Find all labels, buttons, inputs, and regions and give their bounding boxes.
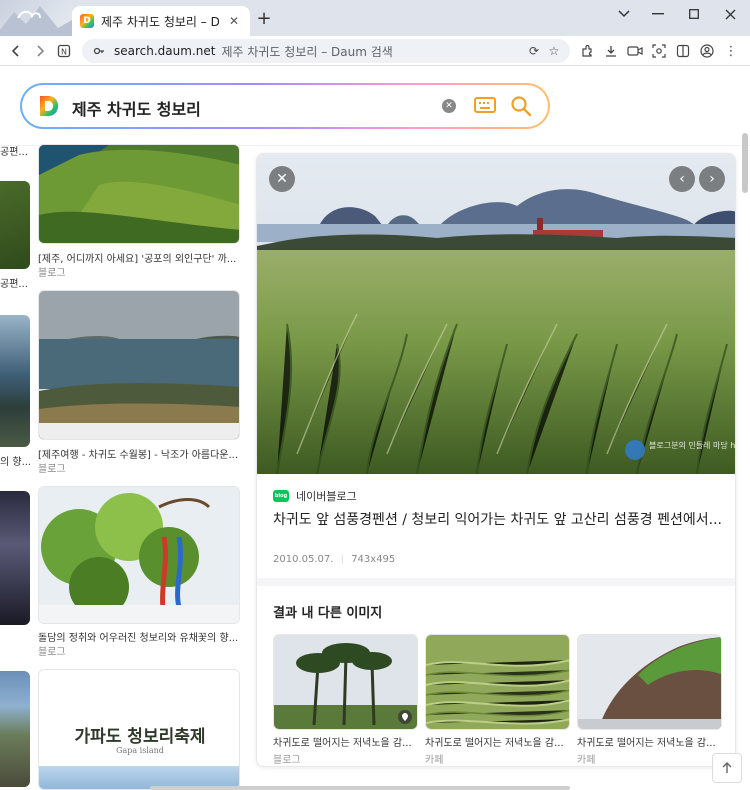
more-image-source: 블로그 bbox=[273, 755, 301, 766]
more-image-item[interactable]: 차귀도로 떨어지는 저녁노을 감... 카페 bbox=[425, 634, 570, 766]
chevron-right-icon[interactable]: › bbox=[699, 166, 725, 192]
result-thumbnail[interactable] bbox=[38, 290, 240, 440]
vertical-scrollbar[interactable] bbox=[742, 133, 748, 193]
menu-icon[interactable]: ⋮ bbox=[722, 42, 740, 60]
forward-button[interactable] bbox=[30, 41, 50, 61]
chevron-left-icon[interactable]: ‹ bbox=[669, 166, 695, 192]
strip-caption: 공편... bbox=[0, 147, 28, 158]
maximize-button[interactable] bbox=[676, 4, 712, 24]
result-thumbnail[interactable] bbox=[38, 144, 240, 244]
arrow-up-icon[interactable] bbox=[712, 753, 742, 783]
clear-search-icon[interactable]: ✕ bbox=[442, 99, 456, 113]
result-caption[interactable]: [제주, 어디까지 아세요] '공포의 외인구단' 까... bbox=[38, 250, 240, 265]
browser-tab-bar: D 제주 차귀도 청보리 – Daum 검색 ✕ + bbox=[0, 0, 750, 36]
detail-date: 2010.05.07. bbox=[273, 554, 334, 565]
download-icon[interactable] bbox=[602, 42, 620, 60]
daum-logo-icon[interactable] bbox=[38, 94, 60, 118]
tab-title: 제주 차귀도 청보리 – Daum 검색 bbox=[101, 14, 219, 29]
strip-caption: 의 향... bbox=[0, 457, 30, 468]
profile-thumbnail bbox=[0, 0, 72, 36]
more-image-thumbnail[interactable] bbox=[577, 634, 722, 730]
daum-favicon-icon: D bbox=[80, 14, 94, 28]
more-image-item[interactable]: 차귀도로 떨어지는 저녁노을 감... 블로그 bbox=[273, 634, 418, 766]
strip-thumbnail[interactable] bbox=[0, 181, 30, 269]
result-source: 블로그 bbox=[38, 268, 66, 279]
bookmark-star-icon[interactable]: ☆ bbox=[546, 43, 562, 59]
close-window-button[interactable] bbox=[712, 4, 748, 24]
result-thumbnail[interactable] bbox=[38, 486, 240, 624]
close-icon[interactable]: ✕ bbox=[269, 166, 295, 192]
browser-tab[interactable]: D 제주 차귀도 청보리 – Daum 검색 ✕ bbox=[72, 6, 250, 36]
blog-badge-icon: blog bbox=[273, 490, 289, 502]
address-bar: N search.daum.net 제주 차귀도 청보리 – Daum 검색 ⟳… bbox=[0, 36, 750, 66]
more-image-caption: 차귀도로 떨어지는 저녁노을 감... bbox=[577, 738, 716, 749]
detail-title[interactable]: 차귀도 앞 섬풍경펜션 / 청보리 익어가는 차귀도 앞 고산리 섬풍경 펜션에… bbox=[273, 510, 723, 531]
detail-image[interactable]: 블로그분의 민들레 마당 http://www.xxxx.com ✕ ‹ › bbox=[257, 154, 736, 474]
tab-search-button[interactable] bbox=[606, 4, 642, 24]
strip-thumbnail[interactable] bbox=[0, 315, 30, 447]
search-box: 제주 차귀도 청보리 ✕ bbox=[20, 83, 550, 129]
search-results-page: 제주 차귀도 청보리 ✕ 공편... 공편... 의 향... [제주, 어디까… bbox=[0, 67, 750, 790]
more-image-item[interactable]: 차귀도로 떨어지는 저녁노을 감... 카페 bbox=[577, 634, 722, 766]
detail-size: 743x495 bbox=[351, 554, 396, 565]
screenshot-icon[interactable] bbox=[650, 42, 668, 60]
more-image-caption: 차귀도로 떨어지는 저녁노을 감... bbox=[273, 738, 412, 749]
video-icon[interactable] bbox=[626, 42, 644, 60]
image-watermark: 블로그분의 민들레 마당 http://www.xxxx.com bbox=[649, 440, 736, 450]
strip-thumbnail[interactable] bbox=[0, 491, 30, 625]
image-detail-panel: 블로그분의 민들레 마당 http://www.xxxx.com ✕ ‹ › b… bbox=[256, 153, 736, 767]
search-input[interactable]: 제주 차귀도 청보리 bbox=[72, 96, 201, 120]
omnibox[interactable]: search.daum.net 제주 차귀도 청보리 – Daum 검색 ⟳ ☆ bbox=[82, 39, 570, 63]
result-poster-subtitle: Gapa island bbox=[116, 746, 164, 755]
more-image-caption: 차귀도로 떨어지는 저녁노을 감... bbox=[425, 738, 564, 749]
url-host: search.daum.net bbox=[114, 44, 216, 58]
result-thumbnail[interactable]: 가파도 청보리축제 Gapa island bbox=[38, 669, 240, 790]
back-button[interactable] bbox=[6, 41, 26, 61]
more-image-source: 카페 bbox=[425, 755, 444, 766]
sidebar-icon[interactable] bbox=[674, 42, 692, 60]
result-source: 블로그 bbox=[38, 464, 66, 475]
extensions-icon[interactable] bbox=[578, 42, 596, 60]
result-poster-title: 가파도 청보리축제 bbox=[74, 727, 206, 747]
strip-thumbnail[interactable] bbox=[0, 671, 30, 787]
result-caption[interactable]: [제주여행 - 차귀도 수월봉] - 낙조가 아름다운... bbox=[38, 446, 240, 461]
search-icon[interactable] bbox=[510, 95, 532, 117]
profile-icon[interactable] bbox=[698, 42, 716, 60]
svg-text:N: N bbox=[61, 48, 67, 57]
more-image-source: 카페 bbox=[577, 755, 596, 766]
divider bbox=[257, 578, 735, 586]
detail-meta: 2010.05.07. | 743x495 bbox=[273, 554, 396, 565]
reload-icon[interactable]: N bbox=[54, 41, 74, 61]
more-images-heading: 결과 내 다른 이미지 bbox=[273, 606, 383, 621]
minimize-button[interactable] bbox=[640, 4, 676, 24]
translate-icon[interactable]: ⟳ bbox=[526, 43, 542, 59]
more-image-thumbnail[interactable] bbox=[425, 634, 570, 730]
keyboard-icon[interactable] bbox=[474, 97, 496, 113]
tab-close-icon[interactable]: ✕ bbox=[226, 14, 242, 28]
horizontal-scrollbar[interactable] bbox=[0, 786, 750, 790]
source-name: 네이버블로그 bbox=[296, 490, 357, 503]
site-info-icon[interactable] bbox=[92, 44, 106, 58]
result-caption[interactable]: 돌담의 정취와 어우러진 청보리와 유채꽃의 향... bbox=[38, 629, 240, 644]
strip-caption: 공편... bbox=[0, 279, 28, 290]
new-tab-button[interactable]: + bbox=[254, 8, 274, 30]
url-page-title: 제주 차귀도 청보리 – Daum 검색 bbox=[221, 44, 393, 59]
result-source: 블로그 bbox=[38, 647, 66, 658]
detail-source[interactable]: blog 네이버블로그 bbox=[273, 488, 357, 504]
more-image-thumbnail[interactable] bbox=[273, 634, 418, 730]
